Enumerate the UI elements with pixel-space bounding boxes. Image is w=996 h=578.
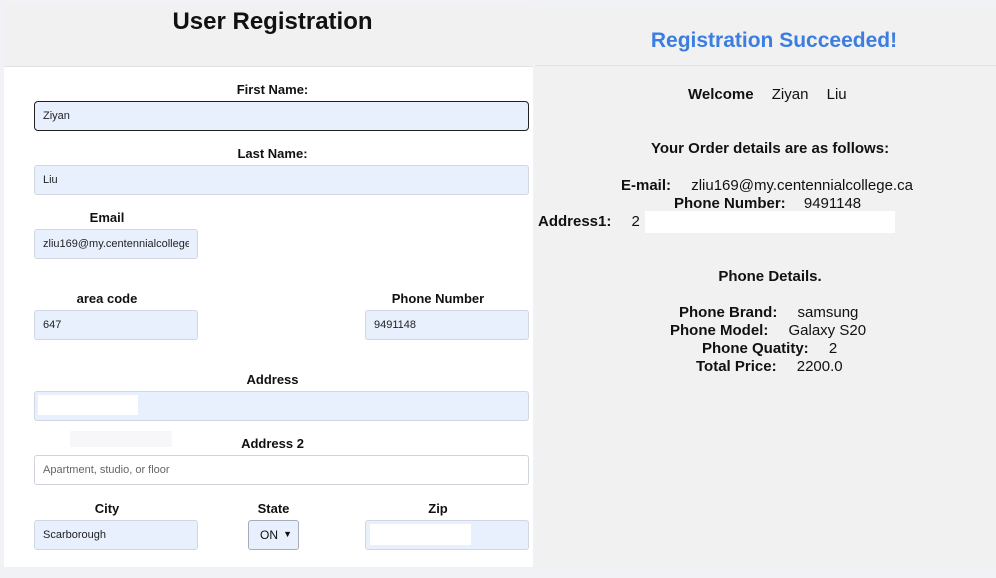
- phone-line: Phone Number: 9491148: [674, 195, 861, 212]
- redaction-box: [38, 395, 138, 415]
- brand-line: Phone Brand: samsung: [679, 304, 858, 321]
- quantity-line: Phone Quatity: 2: [702, 340, 837, 357]
- state-select[interactable]: ON ▼: [248, 520, 299, 550]
- email-label: Email: [89, 210, 125, 225]
- address-line: Address1: 2: [538, 213, 640, 230]
- phone-result-value: 9491148: [803, 195, 862, 212]
- welcome-label: Welcome: [688, 86, 754, 103]
- phone-details-heading: Phone Details.: [718, 268, 822, 285]
- order-heading: Your Order details are as follows:: [650, 140, 890, 157]
- first-name-label: First Name:: [236, 82, 309, 97]
- form-title: User Registration: [172, 8, 373, 35]
- last-name-input[interactable]: [34, 165, 529, 195]
- welcome-line: Welcome Ziyan Liu: [688, 86, 847, 103]
- city-input[interactable]: [34, 520, 198, 550]
- phone-result-label: Phone Number:: [674, 195, 786, 212]
- email-result-value: zliu169@my.centennialcollege.ca: [691, 177, 913, 194]
- registration-form-panel: User Registration First Name: Last Name:…: [4, 4, 533, 567]
- model-line: Phone Model: Galaxy S20: [670, 322, 866, 339]
- area-code-label: area code: [76, 291, 138, 306]
- redaction-box: [370, 524, 471, 545]
- brand-label: Phone Brand:: [679, 304, 778, 321]
- confirmation-header: Registration Succeeded!: [535, 8, 996, 66]
- state-select-value: ON: [260, 528, 278, 542]
- email-result-label: E-mail:: [621, 177, 672, 194]
- price-label: Total Price:: [696, 358, 777, 375]
- state-label: State: [257, 501, 290, 516]
- area-code-input[interactable]: [34, 310, 198, 340]
- quantity-label: Phone Quatity:: [702, 340, 809, 357]
- welcome-last-name: Liu: [826, 86, 847, 103]
- last-name-label: Last Name:: [237, 146, 308, 161]
- model-label: Phone Model:: [670, 322, 769, 339]
- phone-number-label: Phone Number: [391, 291, 485, 306]
- email-input[interactable]: [34, 229, 198, 259]
- zip-label: Zip: [428, 501, 448, 516]
- chevron-down-icon: ▼: [283, 529, 292, 539]
- address2-input[interactable]: [34, 455, 529, 485]
- confirmation-title: Registration Succeeded!: [650, 29, 898, 52]
- brand-value: samsung: [797, 304, 859, 321]
- address2-label: Address 2: [241, 436, 304, 451]
- phone-number-input[interactable]: [365, 310, 529, 340]
- address-result-value: 2: [631, 213, 640, 230]
- model-value: Galaxy S20: [788, 322, 867, 339]
- form-header: User Registration: [4, 4, 533, 67]
- price-line: Total Price: 2200.0: [696, 358, 843, 375]
- welcome-first-name: Ziyan: [771, 86, 809, 103]
- price-value: 2200.0: [796, 358, 843, 375]
- address-label: Address: [246, 372, 299, 387]
- redaction-box: [645, 211, 895, 233]
- quantity-value: 2: [828, 340, 838, 357]
- city-label: City: [94, 501, 120, 516]
- email-line: E-mail: zliu169@my.centennialcollege.ca: [621, 177, 913, 194]
- first-name-input[interactable]: [34, 101, 529, 131]
- confirmation-panel: Registration Succeeded! Welcome Ziyan Li…: [535, 8, 996, 567]
- address-result-label: Address1:: [538, 213, 612, 230]
